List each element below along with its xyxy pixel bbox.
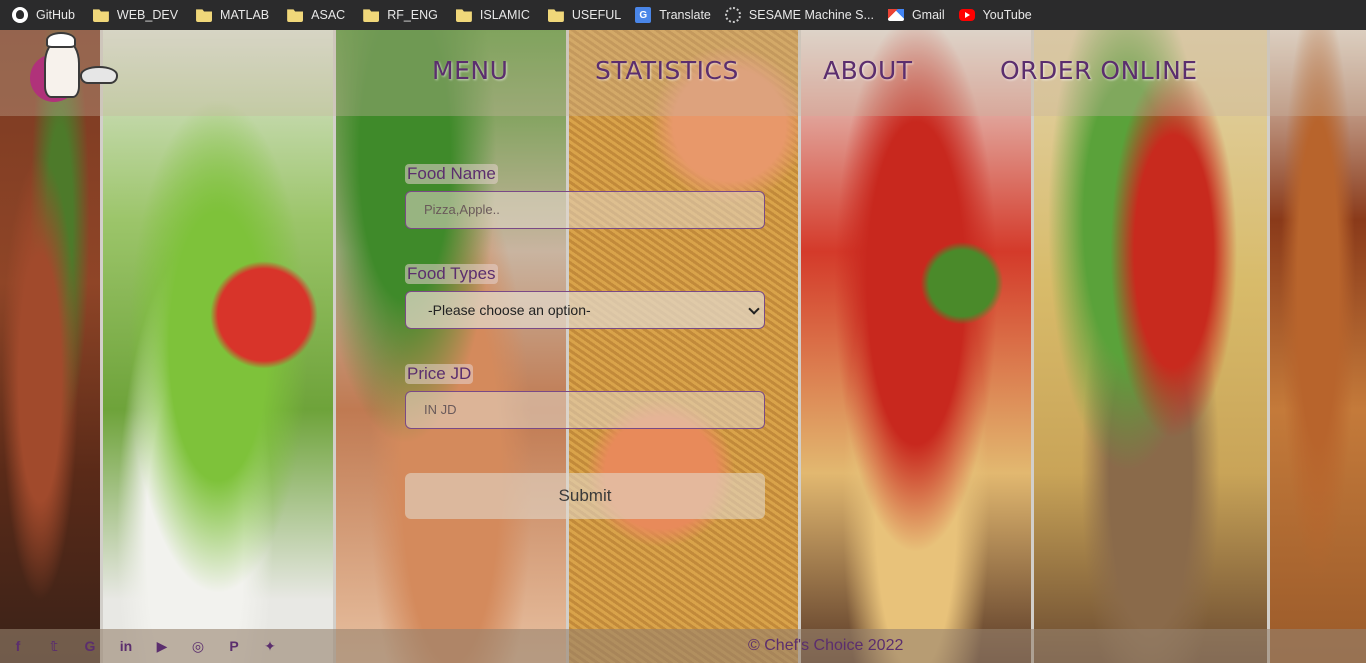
bookmark-matlab[interactable]: MATLAB bbox=[196, 3, 281, 27]
food-photo-tacos bbox=[1034, 30, 1267, 663]
food-types-label: Food Types bbox=[405, 264, 498, 284]
snapchat-icon[interactable]: ✦ bbox=[262, 638, 278, 654]
bookmark-rf-eng[interactable]: RF_ENG bbox=[363, 3, 450, 27]
page: MENU STATISTICS ABOUT ORDER ONLINE Food … bbox=[0, 30, 1366, 663]
linkedin-icon[interactable]: in bbox=[118, 638, 134, 654]
facebook-icon[interactable]: f bbox=[10, 638, 26, 654]
bookmark-github[interactable]: GitHub bbox=[12, 3, 87, 27]
site-footer: f 𝕥 G in ▶ ◎ P ✦ © Chef's Choice 2022 bbox=[0, 629, 1366, 663]
bookmark-sesame[interactable]: SESAME Machine S... bbox=[724, 3, 886, 27]
price-label: Price JD bbox=[405, 364, 474, 384]
bookmark-useful[interactable]: USEFUL bbox=[547, 3, 633, 27]
submit-button[interactable]: Submit bbox=[405, 473, 765, 519]
chef-hat-icon bbox=[46, 32, 76, 48]
food-types-select[interactable]: -Please choose an option- bbox=[405, 291, 765, 329]
instagram-icon[interactable]: ◎ bbox=[190, 638, 206, 654]
food-photo-spaghetti bbox=[801, 30, 1031, 663]
food-photo-chicken bbox=[1270, 30, 1366, 663]
youtube-icon[interactable]: ▶ bbox=[154, 638, 170, 654]
folder-icon bbox=[455, 9, 472, 22]
bookmark-web-dev[interactable]: WEB_DEV bbox=[92, 3, 190, 27]
price-input[interactable]: IN JD bbox=[405, 391, 765, 429]
folder-icon bbox=[287, 9, 304, 22]
food-photo-salmon bbox=[336, 30, 566, 663]
youtube-icon bbox=[958, 9, 975, 21]
folder-icon bbox=[196, 9, 213, 22]
copyright-text: © Chef's Choice 2022 bbox=[748, 637, 904, 654]
folder-icon bbox=[363, 9, 380, 22]
nav-about[interactable]: ABOUT bbox=[823, 56, 913, 90]
bookmark-asac[interactable]: ASAC bbox=[287, 3, 357, 27]
food-name-label: Food Name bbox=[405, 164, 498, 184]
chef-figure bbox=[44, 40, 80, 98]
bookmark-islamic[interactable]: ISLAMIC bbox=[455, 3, 542, 27]
gmail-icon bbox=[887, 9, 904, 21]
bookmarks-bar: GitHub WEB_DEV MATLAB ASAC RF_ENG ISLAMI… bbox=[0, 0, 1366, 30]
github-icon bbox=[12, 7, 28, 23]
chef-logo[interactable] bbox=[28, 32, 120, 110]
food-name-input[interactable]: Pizza,Apple.. bbox=[405, 191, 765, 229]
bookmark-translate[interactable]: G Translate bbox=[635, 3, 723, 27]
pinterest-icon[interactable]: P bbox=[226, 638, 242, 654]
nav-order-online[interactable]: ORDER ONLINE bbox=[1000, 56, 1198, 90]
site-header: MENU STATISTICS ABOUT ORDER ONLINE bbox=[0, 30, 1366, 116]
folder-icon bbox=[547, 9, 564, 22]
nav-statistics[interactable]: STATISTICS bbox=[595, 56, 739, 90]
food-photo-noodles bbox=[569, 30, 798, 663]
food-types-selected: -Please choose an option- bbox=[428, 302, 591, 318]
food-photo-steak bbox=[0, 30, 100, 663]
bookmark-youtube[interactable]: YouTube bbox=[958, 3, 1044, 27]
chevron-down-icon bbox=[748, 303, 760, 315]
translate-icon: G bbox=[635, 7, 652, 23]
twitter-icon[interactable]: 𝕥 bbox=[46, 638, 62, 654]
serving-tray-icon bbox=[80, 66, 118, 84]
sesame-icon bbox=[724, 7, 741, 23]
food-photo-salad bbox=[103, 30, 333, 663]
google-icon[interactable]: G bbox=[82, 638, 98, 654]
folder-icon bbox=[92, 9, 109, 22]
nav-menu[interactable]: MENU bbox=[432, 56, 508, 90]
bookmark-gmail[interactable]: Gmail bbox=[887, 3, 957, 27]
